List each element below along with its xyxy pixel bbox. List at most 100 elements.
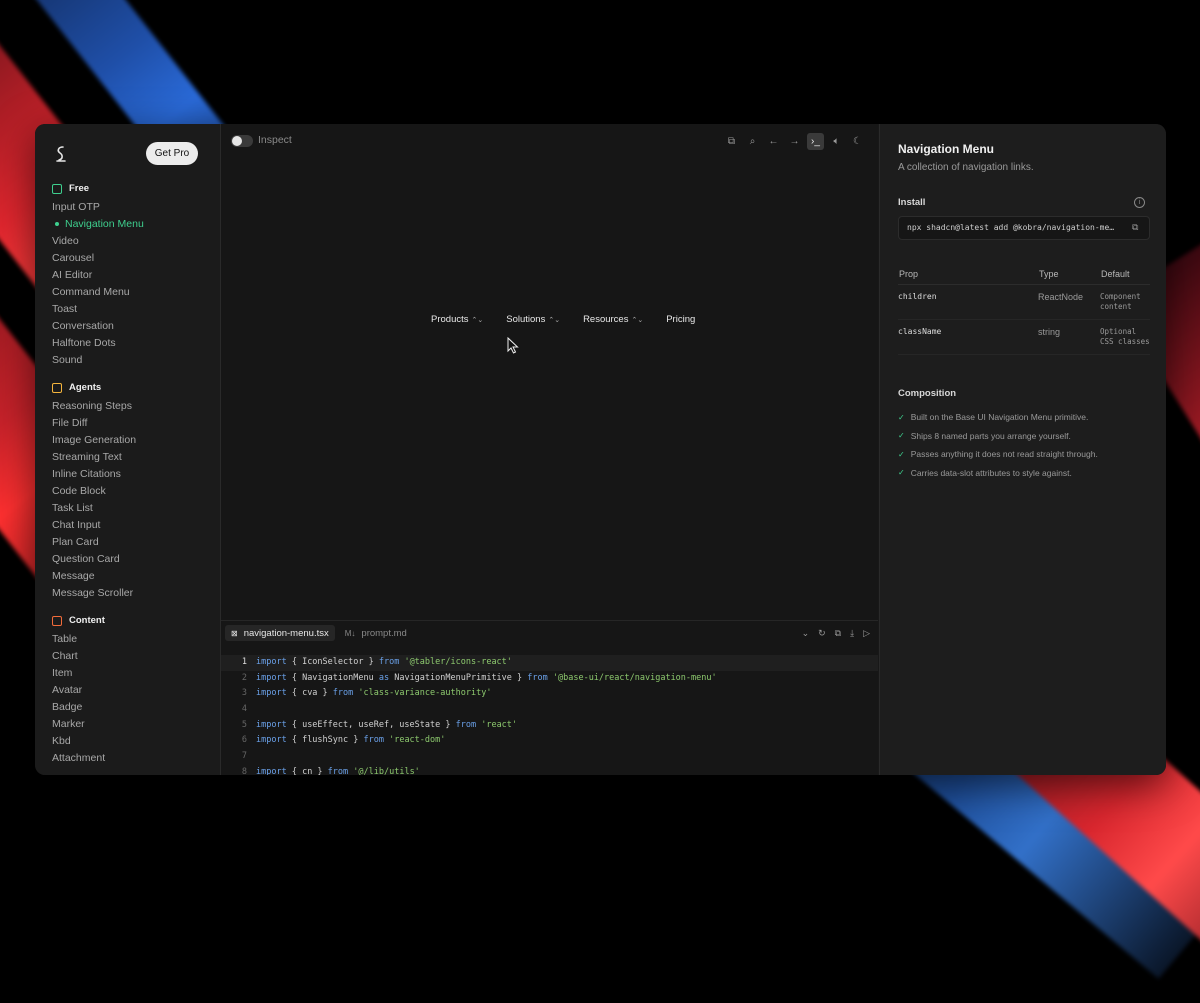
column-header: Type <box>1038 264 1100 285</box>
sidebar-item-inline-citations[interactable]: Inline Citations <box>52 466 136 483</box>
nav-item-pricing[interactable]: Pricing <box>666 314 695 325</box>
code-line: 3 import { cva } from 'class-variance-aut… <box>221 686 878 702</box>
sidebar-item-code-block[interactable]: Code Block <box>52 483 136 500</box>
sidebar-item-file-diff[interactable]: File Diff <box>52 415 136 432</box>
list-item: ✓ Ships 8 named parts you arrange yoursel… <box>898 430 1071 441</box>
sidebar-item-kbd[interactable]: Kbd <box>52 733 105 750</box>
code-token: import <box>256 688 287 699</box>
sidebar-item-message[interactable]: Message <box>52 568 136 585</box>
sidebar-item-video[interactable]: Video <box>52 233 144 250</box>
nav-item-solutions[interactable]: Solutions ⌃⌄ <box>506 314 560 325</box>
sidebar-item-navigation-menu[interactable]: Navigation Menu <box>52 216 144 233</box>
code-token: 'react' <box>476 719 518 730</box>
sidebar-item-item[interactable]: Item <box>52 665 105 682</box>
play-icon[interactable]: ▷ <box>863 628 870 639</box>
sidebar-list: Table Chart Item Avatar Badge Marker Kbd Attach… <box>52 631 105 767</box>
terminal-icon[interactable]: ›_ <box>807 133 824 150</box>
sidebar-item-table[interactable]: Table <box>52 631 105 648</box>
nav-item-resources[interactable]: Resources ⌃⌄ <box>583 314 643 325</box>
code-token: '@/lib/utils' <box>348 766 420 775</box>
copy-icon[interactable]: ⧉ <box>1132 222 1143 233</box>
code-token: { useEffect, useRef, useState } <box>286 719 456 730</box>
tab-navigation-menu-tsx[interactable]: ⊠ navigation-menu.tsx <box>225 625 335 641</box>
sidebar-item-avatar[interactable]: Avatar <box>52 682 105 699</box>
arrow-right-icon[interactable]: → <box>786 133 803 150</box>
sidebar-item-task-list[interactable]: Task List <box>52 500 136 517</box>
copy-icon[interactable]: ⧉ <box>723 133 740 150</box>
component-title: Navigation Menu <box>898 142 995 156</box>
props-table: Prop Type Default children ReactNode Com… <box>898 264 1150 355</box>
code-token: from <box>378 657 400 667</box>
search-icon[interactable]: ⌕ <box>744 133 761 150</box>
sidebar-item-marker[interactable]: Marker <box>52 716 105 733</box>
code-token: '@tabler/icons-react' <box>399 657 512 667</box>
moon-icon[interactable]: ☾ <box>849 133 866 150</box>
sidebar-item-toast[interactable]: Toast <box>52 301 144 318</box>
sidebar-item-attachment[interactable]: Attachment <box>52 750 105 767</box>
sidebar-item-question-card[interactable]: Question Card <box>52 551 136 568</box>
file-code-icon: ⊠ <box>231 628 238 638</box>
inspect-toggle[interactable] <box>231 135 253 147</box>
get-pro-button[interactable]: Get Pro <box>146 142 198 165</box>
sidebar-list: Input OTP Navigation Menu Video Carousel AI … <box>52 199 144 369</box>
list-item: ✓ Passes anything it does not read straig… <box>898 449 1098 460</box>
sidebar-item-badge[interactable]: Badge <box>52 699 105 716</box>
sidebar-item-halftone-dots[interactable]: Halftone Dots <box>52 335 144 352</box>
code-line: 8 import { cn } from '@/lib/utils' <box>221 765 878 775</box>
docs-panel: Navigation Menu A collection of navigati… <box>879 124 1166 775</box>
chevron-down-icon[interactable]: ⌄ <box>802 628 810 639</box>
sidebar-item-reasoning-steps[interactable]: Reasoning Steps <box>52 398 136 415</box>
copy-icon[interactable]: ⧉ <box>835 628 841 639</box>
code-line: 4 <box>221 702 878 718</box>
sidebar-item-carousel[interactable]: Carousel <box>52 250 144 267</box>
info-icon[interactable]: i <box>1134 197 1145 208</box>
calendar-icon <box>52 382 62 393</box>
sidebar-item-chart[interactable]: Chart <box>52 648 105 665</box>
code-token: from <box>327 766 349 775</box>
check-icon: ✓ <box>898 431 905 441</box>
list-item: ✓ Built on the Base UI Navigation Menu pr… <box>898 412 1089 423</box>
install-command[interactable]: npx shadcn@latest add @kobra/navigation-… <box>898 216 1150 240</box>
mouse-cursor-icon <box>507 337 519 354</box>
code-lines[interactable]: 1 import { IconSelector } from '@tabler/i… <box>221 655 878 775</box>
line-number: 1 <box>241 657 247 667</box>
code-line: 7 <box>221 749 878 765</box>
tab-prompt-md[interactable]: M↓ prompt.md <box>339 625 413 641</box>
sidebar-item-sound[interactable]: Sound <box>52 352 144 369</box>
logo-icon[interactable] <box>54 145 68 163</box>
code-token: NavigationMenuPrimitive } <box>389 672 528 683</box>
preview-toolbar: ⧉ ⌕ ← → ›_ 🔈︎ ☾ <box>723 133 866 150</box>
code-editor: ⊠ navigation-menu.tsx M↓ prompt.md ⌄ ↻ ⧉… <box>221 620 878 775</box>
composition-list: ✓ Built on the Base UI Navigation Menu pr… <box>898 408 1098 482</box>
line-number: 4 <box>241 704 247 715</box>
chevron-updown-icon: ⌃⌄ <box>631 317 644 324</box>
sidebar-item-message-scroller[interactable]: Message Scroller <box>52 585 136 602</box>
section-content: Content <box>52 615 105 626</box>
chevron-updown-icon: ⌃⌄ <box>471 317 484 324</box>
nav-item-products[interactable]: Products ⌃⌄ <box>431 314 483 325</box>
check-icon: ✓ <box>898 468 905 478</box>
sidebar-item-streaming-text[interactable]: Streaming Text <box>52 449 136 466</box>
sidebar-item-command-menu[interactable]: Command Menu <box>52 284 144 301</box>
code-token: 'class-variance-authority' <box>353 688 492 699</box>
install-label: Install <box>898 197 926 208</box>
sidebar-item-ai-editor[interactable]: AI Editor <box>52 267 144 284</box>
sidebar-item-image-generation[interactable]: Image Generation <box>52 432 136 449</box>
line-number: 6 <box>241 735 247 746</box>
chevron-updown-icon: ⌃⌄ <box>548 317 561 324</box>
arrow-left-icon[interactable]: ← <box>765 133 782 150</box>
code-token: from <box>332 688 354 699</box>
component-description: A collection of navigation links. <box>898 162 1034 173</box>
refresh-icon[interactable]: ↻ <box>818 628 826 639</box>
sidebar-item-conversation[interactable]: Conversation <box>52 318 144 335</box>
code-token: { flushSync } <box>286 735 364 746</box>
code-token: { NavigationMenu <box>286 672 379 683</box>
line-number: 8 <box>241 766 247 775</box>
sidebar-item-input-otp[interactable]: Input OTP <box>52 199 144 216</box>
sidebar-item-plan-card[interactable]: Plan Card <box>52 534 136 551</box>
code-token: import <box>256 719 287 730</box>
volume-icon[interactable]: 🔈︎ <box>828 133 845 150</box>
sidebar-item-chat-input[interactable]: Chat Input <box>52 517 136 534</box>
code-token: from <box>527 672 548 683</box>
download-icon[interactable]: ⤓ <box>850 628 854 639</box>
